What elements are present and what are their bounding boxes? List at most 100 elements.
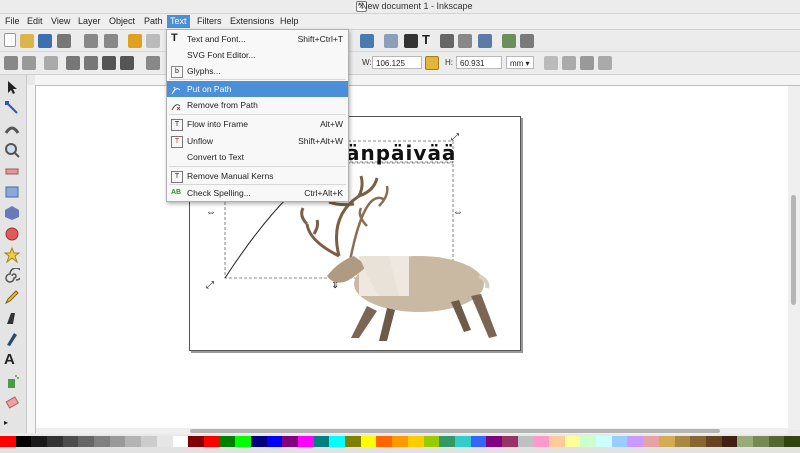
select-all-layers-icon[interactable] [22, 56, 36, 70]
palette-swatch[interactable] [78, 436, 95, 447]
palette-swatch[interactable] [407, 436, 424, 447]
palette-swatch[interactable] [298, 436, 315, 447]
move-patterns-icon[interactable] [598, 56, 612, 70]
height-field[interactable]: 60.931 [456, 56, 502, 69]
menu-extensions[interactable]: Extensions [227, 15, 277, 28]
palette-swatch[interactable] [533, 436, 550, 447]
deselect-icon[interactable] [44, 56, 58, 70]
palette-swatch[interactable] [0, 436, 17, 447]
move-gradients-icon[interactable] [580, 56, 594, 70]
3d-box-tool-icon[interactable] [4, 205, 20, 221]
palette-swatch[interactable] [266, 436, 283, 447]
menu-filters[interactable]: Filters [194, 15, 225, 28]
horizontal-scroll-thumb[interactable] [190, 429, 720, 433]
expand-tools-icon[interactable]: ▸ [4, 415, 20, 431]
selector-tool-icon[interactable] [4, 79, 20, 95]
palette-swatch[interactable] [47, 436, 64, 447]
scale-stroke-icon[interactable] [544, 56, 558, 70]
print-icon[interactable] [57, 34, 71, 48]
palette-swatch[interactable] [752, 436, 770, 447]
menu-file[interactable]: File [2, 15, 23, 28]
palette-swatch[interactable] [721, 436, 738, 447]
star-tool-icon[interactable] [3, 246, 21, 264]
calligraphy-tool-icon[interactable] [4, 331, 20, 347]
eraser-tool-icon[interactable] [4, 394, 20, 410]
palette-swatch[interactable] [31, 436, 48, 447]
menu-item-check-spelling[interactable]: AB Check Spelling... Ctrl+Alt+K [167, 185, 348, 201]
palette-swatch[interactable] [94, 436, 111, 447]
spray-tool-icon[interactable] [4, 373, 20, 389]
palette-swatch[interactable] [627, 436, 644, 447]
export-icon[interactable] [104, 34, 118, 48]
select-all-icon[interactable] [4, 56, 18, 70]
menu-layer[interactable]: Layer [75, 15, 104, 28]
palette-swatch[interactable] [423, 436, 440, 447]
menu-item-remove-manual-kerns[interactable]: T Remove Manual Kerns [167, 168, 348, 184]
node-tool-icon[interactable] [4, 100, 20, 116]
palette-swatch[interactable] [172, 436, 189, 447]
palette-swatch[interactable] [611, 436, 628, 447]
zoom-drawing-icon[interactable] [384, 34, 398, 48]
menu-item-convert-to-text[interactable]: Convert to Text [167, 149, 348, 165]
palette-swatch[interactable] [313, 436, 330, 447]
palette-swatch[interactable] [392, 436, 409, 447]
tweak-tool-icon[interactable] [4, 121, 20, 137]
menu-item-text-and-font[interactable]: T Text and Font... Shift+Ctrl+T [167, 31, 348, 47]
palette-swatch[interactable] [643, 436, 660, 447]
palette-swatch[interactable] [376, 436, 393, 447]
menu-item-put-on-path[interactable]: T Put on Path [167, 81, 348, 97]
flip-vertical-icon[interactable] [120, 56, 134, 70]
text-tool-icon[interactable]: A [4, 352, 20, 368]
width-field[interactable]: 106.125 [372, 56, 422, 69]
palette-swatch[interactable] [705, 436, 723, 447]
palette-swatch[interactable] [674, 436, 691, 447]
lock-icon[interactable] [425, 56, 439, 70]
palette-swatch[interactable] [768, 436, 785, 447]
palette-swatch[interactable] [141, 436, 158, 447]
edit-paths-icon[interactable] [404, 34, 418, 48]
palette-swatch[interactable] [125, 436, 142, 447]
palette-swatch[interactable] [345, 436, 362, 447]
palette-swatch[interactable] [282, 436, 299, 447]
palette-swatch[interactable] [188, 436, 205, 447]
palette-swatch[interactable] [219, 436, 236, 447]
menu-edit[interactable]: Edit [24, 15, 46, 28]
menu-item-glyphs[interactable]: b Glyphs... [167, 63, 348, 79]
palette-swatch[interactable] [329, 436, 346, 447]
menu-help[interactable]: Help [277, 15, 302, 28]
align-icon[interactable] [478, 34, 492, 48]
menu-item-unflow[interactable]: T Unflow Shift+Alt+W [167, 133, 348, 149]
palette-swatch[interactable] [470, 436, 487, 447]
palette-swatch[interactable] [784, 436, 800, 447]
palette-swatch[interactable] [15, 436, 32, 447]
palette-swatch[interactable] [501, 436, 519, 447]
save-icon[interactable] [38, 34, 52, 48]
raise-to-top-icon[interactable] [146, 56, 160, 70]
redo-icon[interactable] [146, 34, 160, 48]
palette-swatch[interactable] [360, 436, 377, 447]
palette-swatch[interactable] [549, 436, 566, 447]
palette-swatch[interactable] [235, 436, 252, 447]
flip-horizontal-icon[interactable] [102, 56, 116, 70]
preferences-icon[interactable] [520, 34, 534, 48]
ellipse-tool-icon[interactable] [4, 226, 20, 242]
open-folder-icon[interactable] [20, 34, 34, 48]
palette-swatch[interactable] [109, 436, 126, 447]
pen-tool-icon[interactable] [4, 310, 20, 326]
palette-swatch[interactable] [596, 436, 613, 447]
zoom-selection-icon[interactable] [360, 34, 374, 48]
unit-select[interactable]: mm ▾ [506, 56, 534, 69]
rectangle-tool-icon[interactable] [4, 184, 20, 200]
document-properties-icon[interactable] [502, 34, 516, 48]
import-icon[interactable] [84, 34, 98, 48]
palette-swatch[interactable] [486, 436, 503, 447]
palette-swatch[interactable] [156, 436, 174, 447]
palette-swatch[interactable] [564, 436, 581, 447]
menu-path[interactable]: Path [141, 15, 166, 28]
menu-item-remove-from-path[interactable]: Remove from Path [167, 97, 348, 113]
palette-swatch[interactable] [580, 436, 597, 447]
rotate-ccw-icon[interactable] [66, 56, 80, 70]
palette-swatch[interactable] [690, 436, 707, 447]
new-document-icon[interactable] [4, 33, 16, 47]
palette-swatch[interactable] [658, 436, 675, 447]
